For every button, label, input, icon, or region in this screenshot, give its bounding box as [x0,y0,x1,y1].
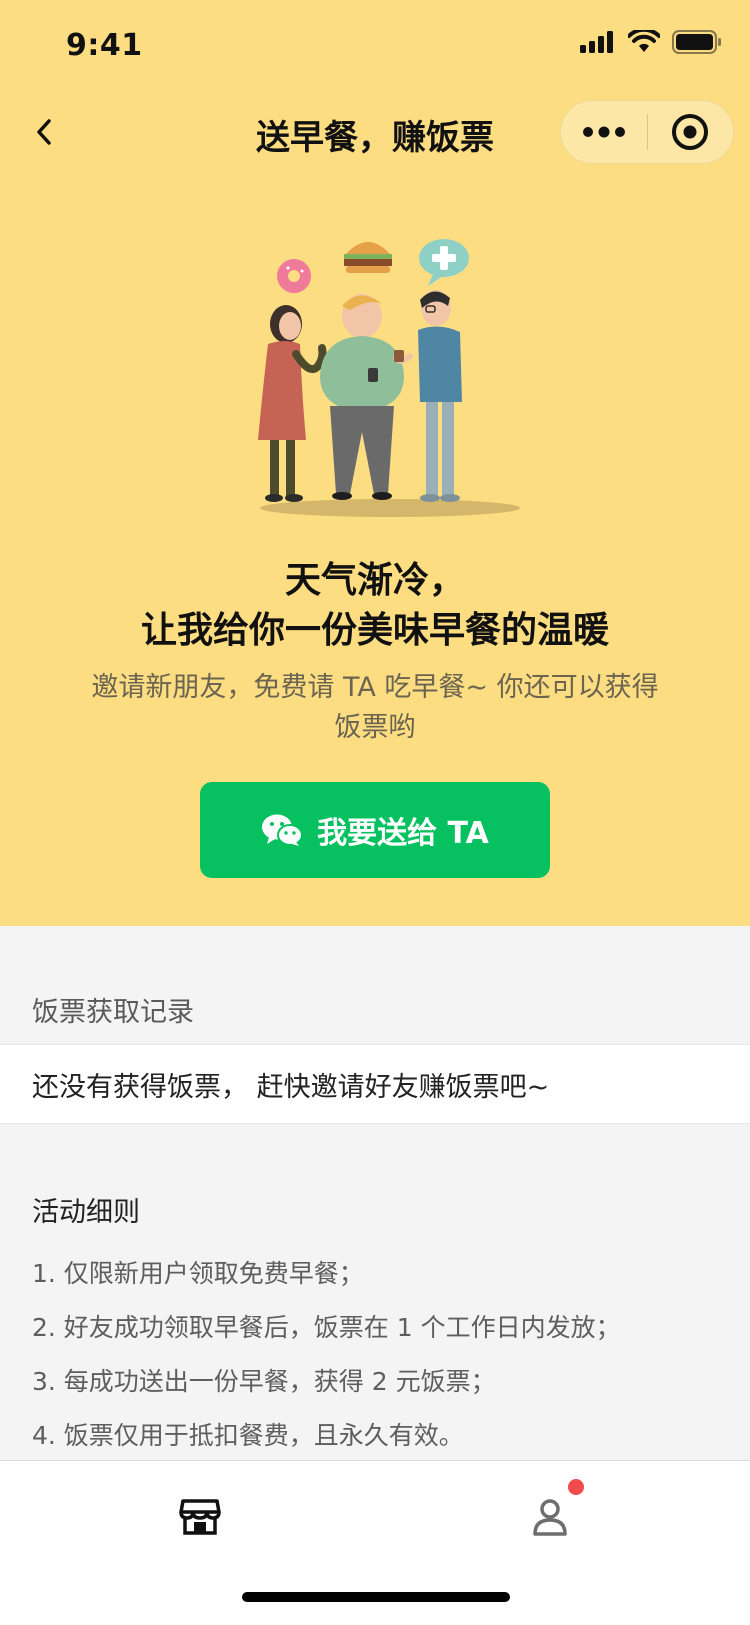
man-figure-right [393,290,462,502]
status-time: 9:41 [66,28,143,63]
send-to-ta-button[interactable]: 我要送给 TA [200,782,550,878]
wifi-icon [628,30,660,52]
rule-item: 1. 仅限新用户领取免费早餐； [32,1259,364,1288]
rules-list: 1. 仅限新用户领取免费早餐； 2. 好友成功领取早餐后，饭票在 1 个工作日内… [32,1254,621,1470]
burger-icon [344,242,392,273]
records-section-label: 饭票获取记录 [32,997,194,1028]
tab-home[interactable] [170,1487,230,1547]
person-icon [533,1499,567,1536]
home-indicator [242,1592,510,1602]
donut-icon [277,259,311,293]
miniprogram-capsule [560,100,734,164]
woman-figure [258,305,327,502]
notification-badge [568,1479,584,1495]
headline-line2: 让我给你一份美味早餐的温暖 [140,610,609,651]
records-empty-text: 还没有获得饭票， 赶快邀请好友赚饭票吧~ [32,1072,550,1103]
target-icon [672,114,709,150]
battery-icon [672,30,721,54]
subtext: 邀请新朋友，免费请 TA 吃早餐~ 你还可以获得饭票哟 [91,672,659,743]
rule-item: 2. 好友成功领取早餐后，饭票在 1 个工作日内发放； [32,1313,621,1342]
friends-sharing-illustration [258,239,520,517]
hero-section: 9:41 送早餐，赚饭票 天气渐冷， 让我给你一份美味早餐的温暖 邀请新朋友，免… [0,0,750,926]
rule-item: 3. 每成功送出一份早餐，获得 2 元饭票； [32,1367,496,1396]
status-icons [580,30,722,54]
records-card: 还没有获得饭票， 赶快邀请好友赚饭票吧~ [0,1044,750,1124]
close-miniprogram-button[interactable] [648,101,734,163]
wechat-icon [262,814,304,846]
store-icon [179,1499,221,1535]
headline-line1: 天气渐冷， [284,560,465,601]
headline: 天气渐冷， 让我给你一份美味早餐的温暖 [0,556,750,656]
more-dots-icon [582,126,625,138]
man-figure-center [320,294,404,500]
send-to-ta-label: 我要送给 TA [317,816,489,851]
tab-profile[interactable] [520,1487,580,1547]
plus-bubble-icon [419,239,469,286]
more-button[interactable] [561,101,647,163]
rules-title: 活动细则 [32,1197,140,1228]
signal-icon [580,31,613,53]
